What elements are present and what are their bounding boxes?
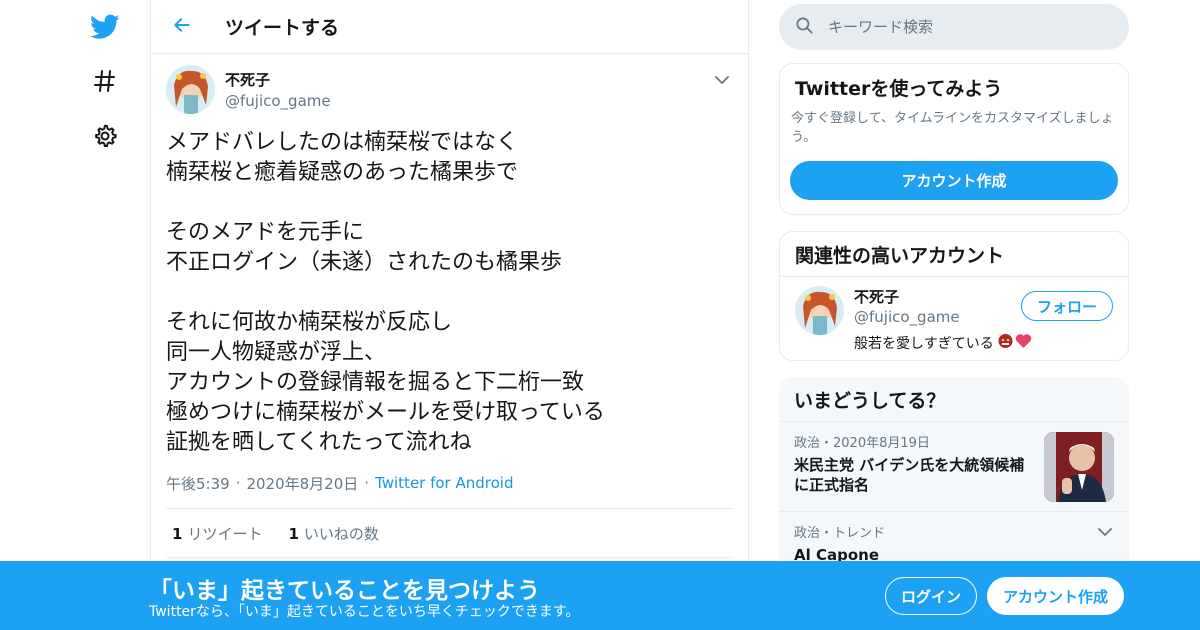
like-stat[interactable]: 1 いいねの数 <box>288 523 378 544</box>
chevron-down-icon[interactable] <box>710 68 734 92</box>
tweet-author: 不死子 @fujico_game <box>166 64 733 114</box>
follow-button[interactable]: フォロー <box>1021 291 1113 321</box>
related-accounts-title: 関連性の高いアカウント <box>795 244 1005 267</box>
trends-card: いまどうしてる？ 政治・2020年8月19日 米民主党 バイデン氏を大統領候補に… <box>779 377 1129 577</box>
author-name[interactable]: 不死子 <box>225 69 331 90</box>
trends-title: いまどうしてる？ <box>794 389 946 412</box>
trend-title: 米民主党 バイデン氏を大統領候補に正式指名 <box>794 456 1025 494</box>
signup-card: Twitterを使ってみよう 今すぐ登録して、タイムラインをカスタマイズしましょ… <box>779 63 1129 215</box>
create-account-button[interactable]: アカウント作成 <box>790 161 1118 200</box>
signup-card-description: 今すぐ登録して、タイムラインをカスタマイズしましょう。 <box>791 111 1114 145</box>
tweet-date[interactable]: 2020年8月20日 <box>246 473 358 494</box>
hashtag-icon[interactable] <box>86 62 124 100</box>
search-box[interactable] <box>779 4 1129 50</box>
trends-header: いまどうしてる？ <box>779 377 1129 422</box>
meta-separator: · <box>235 474 241 492</box>
search-input[interactable] <box>828 18 1108 36</box>
banner-subtitle: Twitterなら、「いま」起きていることをいち早くチェックできます。 <box>149 604 580 620</box>
twitter-bird-icon[interactable] <box>86 8 124 46</box>
news-thumbnail <box>1044 432 1114 502</box>
tweet-time[interactable]: 午後5:39 <box>166 473 230 494</box>
like-label: いいねの数 <box>303 524 379 543</box>
tweet: 不死子 @fujico_game メアドバレしたのは楠栞桜ではなく 楠栞桜と癒着… <box>151 54 748 558</box>
chevron-down-icon[interactable] <box>1098 522 1114 538</box>
related-account-bio-text: 般若を愛しすぎている <box>854 335 994 352</box>
trend-item[interactable]: 政治・2020年8月19日 米民主党 バイデン氏を大統領候補に正式指名 <box>779 422 1129 512</box>
signup-button[interactable]: アカウント作成 <box>987 577 1124 615</box>
related-accounts-header: 関連性の高いアカウント <box>780 232 1128 277</box>
trend-meta: 政治・トレンド <box>794 526 886 541</box>
search-icon <box>795 16 814 39</box>
avatar[interactable] <box>166 64 215 114</box>
retweet-count: 1 <box>172 524 183 543</box>
signup-card-title: Twitterを使ってみよう <box>795 78 1003 100</box>
main-column: ツイートする 不死子 @fujico_game メアドバレしたのは楠栞桜ではなく… <box>150 0 749 630</box>
page-title: ツイートする <box>225 17 340 39</box>
meta-separator: · <box>364 474 370 492</box>
avatar[interactable] <box>795 286 844 335</box>
related-account-bio: 般若を愛しすぎている <box>854 332 1032 353</box>
page-header: ツイートする <box>151 0 748 54</box>
author-names: 不死子 @fujico_game <box>225 69 331 110</box>
related-account-handle[interactable]: @fujico_game <box>854 308 1032 326</box>
tweet-text: メアドバレしたのは楠栞桜ではなく 楠栞桜と癒着疑惑のあった橘果歩で そのメアドを… <box>166 130 605 455</box>
left-nav <box>0 0 150 630</box>
right-sidebar: Twitterを使ってみよう 今すぐ登録して、タイムラインをカスタマイズしましょ… <box>779 0 1129 577</box>
retweet-label: リツイート <box>187 524 263 543</box>
heart-icon <box>1015 333 1032 353</box>
signup-banner: 「いま」起きていることを見つけよう Twitterなら、「いま」起きていることを… <box>0 561 1200 630</box>
gear-icon[interactable] <box>86 117 124 155</box>
like-count: 1 <box>288 524 299 543</box>
related-account[interactable]: 不死子 @fujico_game 般若を愛しすぎている フォロー <box>780 277 1128 360</box>
arrow-left-icon <box>172 15 192 39</box>
tweet-meta: 午後5:39 · 2020年8月20日 · Twitter for Androi… <box>166 472 733 494</box>
retweet-stat[interactable]: 1 リツイート <box>172 523 262 544</box>
tweet-stats: 1 リツイート 1 いいねの数 <box>166 508 734 558</box>
related-account-info: 不死子 @fujico_game 般若を愛しすぎている <box>854 286 1032 352</box>
login-button[interactable]: ログイン <box>885 577 977 615</box>
related-account-name[interactable]: 不死子 <box>854 286 1032 307</box>
related-accounts-card: 関連性の高いアカウント 不死子 @fujico_game 般若を愛しすぎている <box>779 231 1129 361</box>
tweet-source-link[interactable]: Twitter for Android <box>375 474 513 492</box>
author-handle[interactable]: @fujico_game <box>225 92 331 110</box>
back-button[interactable] <box>162 7 202 47</box>
hannya-mask-icon <box>997 332 1014 353</box>
banner-title: 「いま」起きていることを見つけよう <box>149 578 540 604</box>
